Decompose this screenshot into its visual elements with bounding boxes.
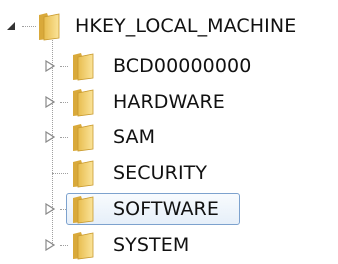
registry-tree: HKEY_LOCAL_MACHINE BCD00000000 HARDWARE … (0, 0, 338, 264)
collapsed-triangle-icon[interactable] (43, 202, 57, 216)
folder-icon (70, 230, 102, 260)
tree-item-software[interactable]: SOFTWARE (0, 194, 338, 224)
tree-item-label: HARDWARE (113, 91, 225, 113)
expanded-triangle-icon[interactable] (4, 19, 18, 33)
tree-item-label: SAM (113, 126, 156, 148)
collapsed-triangle-icon[interactable] (43, 59, 57, 73)
collapsed-triangle-icon[interactable] (43, 95, 57, 109)
folder-icon (70, 51, 102, 81)
folder-icon (70, 87, 102, 117)
tree-item-sam[interactable]: SAM (0, 122, 338, 152)
tree-item-hardware[interactable]: HARDWARE (0, 87, 338, 117)
folder-icon (70, 158, 102, 188)
tree-item-security[interactable]: SECURITY (0, 158, 338, 188)
tree-item-label: BCD00000000 (113, 55, 252, 77)
tree-item-label: SOFTWARE (113, 198, 219, 220)
tree-item-label: HKEY_LOCAL_MACHINE (75, 15, 297, 37)
tree-item-bcd00000000[interactable]: BCD00000000 (0, 51, 338, 81)
folder-icon (36, 11, 68, 41)
folder-icon (70, 194, 102, 224)
tree-item-system[interactable]: SYSTEM (0, 230, 338, 260)
folder-icon (70, 122, 102, 152)
collapsed-triangle-icon[interactable] (43, 238, 57, 252)
tree-item-hkey-local-machine[interactable]: HKEY_LOCAL_MACHINE (0, 11, 338, 41)
tree-item-label: SYSTEM (113, 234, 190, 256)
collapsed-triangle-icon[interactable] (43, 130, 57, 144)
tree-item-label: SECURITY (113, 162, 208, 184)
